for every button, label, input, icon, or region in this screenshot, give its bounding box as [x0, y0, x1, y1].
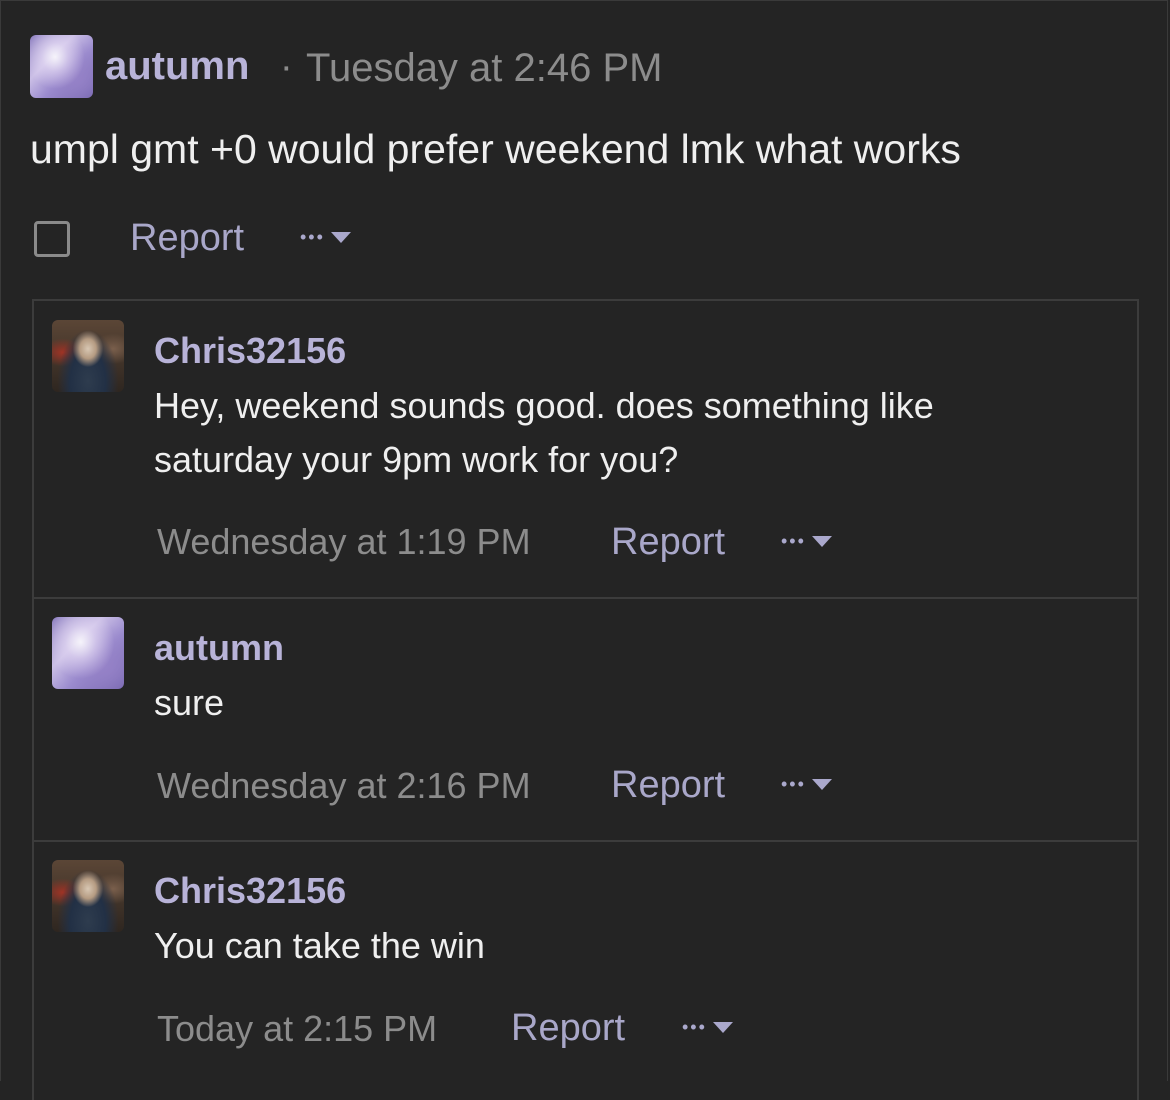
report-link[interactable]: Report	[611, 764, 725, 807]
more-menu-button[interactable]: •••	[682, 1018, 733, 1036]
reply-text-line: You can take the win	[154, 925, 485, 966]
more-dots-icon: •••	[300, 227, 325, 247]
reply-text-line: sure	[154, 682, 225, 723]
reply-item: Chris32156 Hey, weekend sounds good. doe…	[32, 299, 1139, 599]
more-dots-icon: •••	[781, 531, 806, 551]
reply-author[interactable]: Chris32156	[154, 330, 346, 372]
avatar[interactable]	[52, 320, 124, 392]
more-menu-button[interactable]: •••	[300, 228, 351, 246]
more-menu-button[interactable]: •••	[781, 775, 832, 793]
avatar[interactable]	[52, 617, 124, 689]
report-link[interactable]: Report	[130, 217, 244, 260]
chevron-down-icon	[330, 231, 351, 243]
reply-timestamp[interactable]: Wednesday at 2:16 PM	[157, 765, 531, 807]
reply-author[interactable]: Chris32156	[154, 870, 346, 912]
reply-text-line: Hey, weekend sounds good. does something…	[154, 385, 934, 426]
report-link[interactable]: Report	[611, 521, 725, 564]
chevron-down-icon	[712, 1021, 733, 1033]
report-link[interactable]: Report	[511, 1007, 625, 1050]
select-checkbox[interactable]	[34, 221, 70, 257]
avatar[interactable]	[52, 860, 124, 932]
post-author[interactable]: autumn	[105, 44, 249, 89]
more-dots-icon: •••	[781, 774, 806, 794]
reply-text-line: saturday your 9pm work for you?	[154, 439, 679, 480]
more-menu-button[interactable]: •••	[781, 532, 832, 550]
chevron-down-icon	[811, 535, 832, 547]
avatar[interactable]	[30, 35, 93, 98]
reply-item: Chris32156 You can take the win Today at…	[32, 840, 1139, 1100]
reply-timestamp[interactable]: Today at 2:15 PM	[157, 1008, 437, 1050]
reply-item: autumn sure Wednesday at 2:16 PM Report …	[32, 597, 1139, 842]
more-dots-icon: •••	[682, 1017, 707, 1037]
post-separator: ·	[280, 46, 293, 88]
chevron-down-icon	[811, 778, 832, 790]
post-timestamp[interactable]: Tuesday at 2:46 PM	[306, 46, 662, 91]
reply-author[interactable]: autumn	[154, 627, 284, 669]
reply-timestamp[interactable]: Wednesday at 1:19 PM	[157, 521, 531, 563]
post-text: umpl gmt +0 would prefer weekend lmk wha…	[30, 126, 961, 172]
